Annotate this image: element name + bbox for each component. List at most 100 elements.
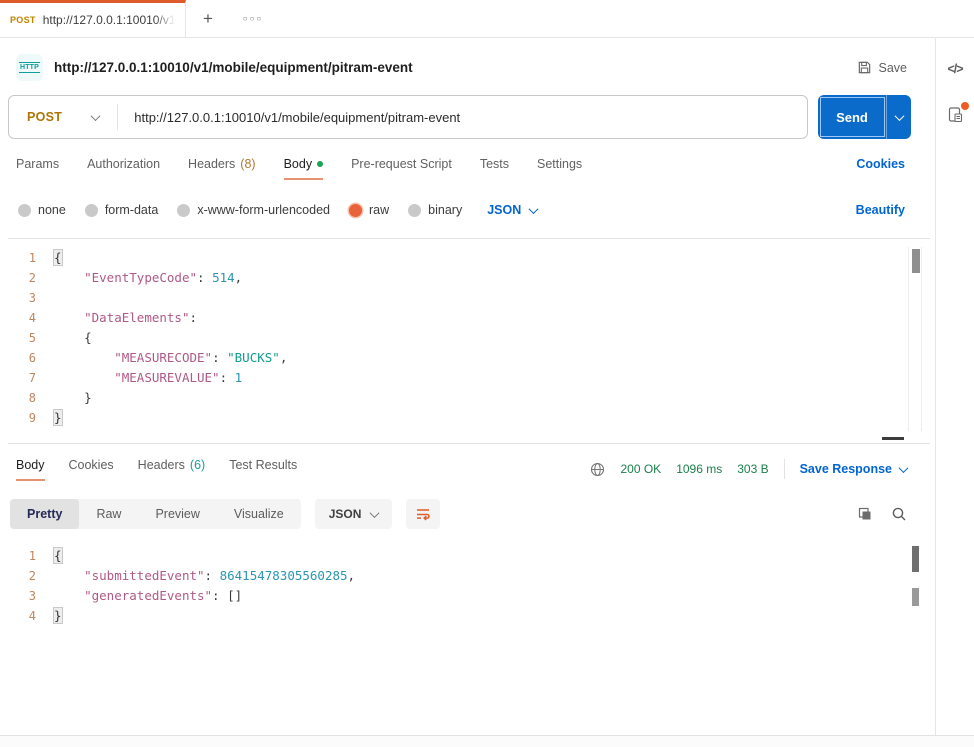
chevron-down-icon	[894, 110, 904, 121]
code-snippet-icon[interactable]: </>	[947, 62, 963, 76]
beautify-link[interactable]: Beautify	[856, 203, 905, 217]
method-dropdown[interactable]: POST	[9, 110, 117, 124]
code-line[interactable]: 8 }	[8, 388, 930, 408]
method-label: POST	[27, 110, 63, 124]
radio-icon	[349, 203, 362, 217]
view-visualize[interactable]: Visualize	[217, 499, 301, 529]
radio-form-data-label: form-data	[104, 203, 159, 217]
code-line[interactable]: 3 "generatedEvents": []	[8, 586, 930, 606]
save-response-label: Save Response	[799, 462, 892, 476]
request-code: 1{2 "EventTypeCode": 514, 3 4 "DataElement…	[8, 248, 930, 428]
tab-bar: POST http://127.0.0.1:10010/v1 + ○○○	[0, 0, 974, 38]
bottom-strip	[0, 735, 974, 747]
code-text: "EventTypeCode": 514,	[84, 270, 243, 285]
scrollbar-thumb[interactable]	[912, 546, 919, 572]
code-text: }	[54, 390, 92, 405]
code-line[interactable]: 3	[8, 288, 930, 308]
tab-params[interactable]: Params	[16, 157, 59, 180]
tab-body-label: Body	[283, 157, 313, 171]
radio-binary[interactable]: binary	[408, 203, 462, 217]
radio-raw[interactable]: raw	[349, 203, 389, 217]
save-button[interactable]: Save	[857, 60, 907, 75]
code-line[interactable]: 4}	[8, 606, 930, 626]
view-raw[interactable]: Raw	[79, 499, 138, 529]
tab-body[interactable]: Body	[283, 157, 324, 180]
url-row: POST http://127.0.0.1:10010/v1/mobile/eq…	[8, 95, 911, 139]
more-tabs-icon[interactable]: ○○○	[230, 0, 276, 37]
tab-tests-label: Tests	[479, 157, 509, 171]
code-line[interactable]: 2 "EventTypeCode": 514,	[8, 268, 930, 288]
radio-icon	[18, 203, 31, 217]
response-tab-cookies[interactable]: Cookies	[69, 458, 114, 481]
tab-settings-label: Settings	[537, 157, 583, 171]
line-number: 9	[28, 411, 36, 425]
code-text: }	[53, 409, 63, 426]
send-options-button[interactable]	[887, 95, 911, 139]
tab-prerequest-script[interactable]: Pre-request Script	[351, 157, 452, 180]
wrap-lines-button[interactable]	[406, 499, 441, 529]
code-line[interactable]: 4 "DataElements":	[8, 308, 930, 328]
body-language-dropdown[interactable]: JSON	[487, 203, 539, 217]
response-tab-test-results-label: Test Results	[229, 458, 298, 472]
editor-scrollbar[interactable]	[908, 247, 922, 431]
save-icon	[858, 61, 870, 74]
tab-headers-label: Headers	[188, 157, 236, 171]
chevron-down-icon	[369, 507, 380, 518]
view-raw-label: Raw	[96, 507, 122, 521]
status-code: 200 OK	[620, 462, 662, 476]
request-body-editor[interactable]: 1{2 "EventTypeCode": 514, 3 4 "DataElement…	[8, 238, 930, 444]
documentation-button[interactable]	[947, 102, 969, 123]
wrap-text-icon	[417, 509, 431, 521]
code-line[interactable]: 1{	[8, 248, 930, 268]
view-preview[interactable]: Preview	[138, 499, 216, 529]
response-status-group: 200 OK 1096 ms 303 B Save Response	[590, 458, 909, 479]
tab-headers[interactable]: Headers (8)	[188, 157, 256, 180]
cookies-link[interactable]: Cookies	[856, 157, 905, 171]
http-request-icon: HTTP	[16, 54, 43, 81]
code-line[interactable]: 5 {	[8, 328, 930, 348]
horizontal-scrollbar-thumb[interactable]	[882, 437, 904, 440]
radio-urlencoded-label: x-www-form-urlencoded	[197, 203, 330, 217]
view-pretty[interactable]: Pretty	[10, 499, 80, 529]
pane-splitter[interactable]	[0, 444, 935, 456]
line-number: 6	[28, 351, 36, 365]
radio-x-www-form-urlencoded[interactable]: x-www-form-urlencoded	[177, 203, 330, 217]
request-tab[interactable]: POST http://127.0.0.1:10010/v1	[0, 0, 186, 37]
response-tab-test-results[interactable]: Test Results	[229, 458, 297, 481]
code-text: {	[54, 330, 92, 345]
code-text: "MEASURECODE": "BUCKS",	[114, 350, 288, 365]
response-body-editor[interactable]: 1{2 "submittedEvent": 86415478305560285,…	[8, 540, 930, 640]
radio-form-data[interactable]: form-data	[84, 203, 159, 217]
tab-authorization[interactable]: Authorization	[87, 157, 160, 180]
code-line[interactable]: 6 "MEASURECODE": "BUCKS",	[8, 348, 930, 368]
code-line[interactable]: 7 "MEASUREVALUE": 1	[8, 368, 930, 388]
line-number: 8	[28, 391, 36, 405]
response-language-dropdown[interactable]: JSON	[314, 499, 393, 529]
response-tab-body[interactable]: Body	[16, 458, 45, 481]
code-line[interactable]: 9}	[8, 408, 930, 428]
radio-none[interactable]: none	[18, 203, 66, 217]
response-tab-headers[interactable]: Headers (6)	[138, 458, 206, 481]
scrollbar-thumb[interactable]	[912, 249, 920, 273]
view-preview-label: Preview	[155, 507, 200, 521]
tab-prerequest-label: Pre-request Script	[351, 157, 452, 171]
line-number: 2	[28, 569, 36, 583]
new-tab-button[interactable]: +	[186, 0, 230, 37]
send-button[interactable]: Send	[818, 95, 887, 139]
search-icon[interactable]	[891, 506, 907, 522]
line-number: 2	[28, 271, 36, 285]
code-line[interactable]: 1{	[8, 546, 930, 566]
scrollbar-thumb[interactable]	[912, 588, 919, 606]
save-response-button[interactable]: Save Response	[799, 462, 909, 476]
url-input[interactable]: http://127.0.0.1:10010/v1/mobile/equipme…	[118, 110, 460, 125]
code-line[interactable]: 2 "submittedEvent": 86415478305560285,	[8, 566, 930, 586]
line-number: 1	[28, 549, 36, 563]
tab-url-label: http://127.0.0.1:10010/v1	[42, 13, 175, 27]
tab-tests[interactable]: Tests	[480, 157, 509, 180]
copy-icon[interactable]	[857, 506, 873, 522]
line-number: 4	[28, 311, 36, 325]
response-language-label: JSON	[328, 507, 362, 521]
body-modified-dot	[317, 161, 324, 167]
tab-settings[interactable]: Settings	[537, 157, 582, 180]
chevron-down-icon	[528, 203, 539, 214]
